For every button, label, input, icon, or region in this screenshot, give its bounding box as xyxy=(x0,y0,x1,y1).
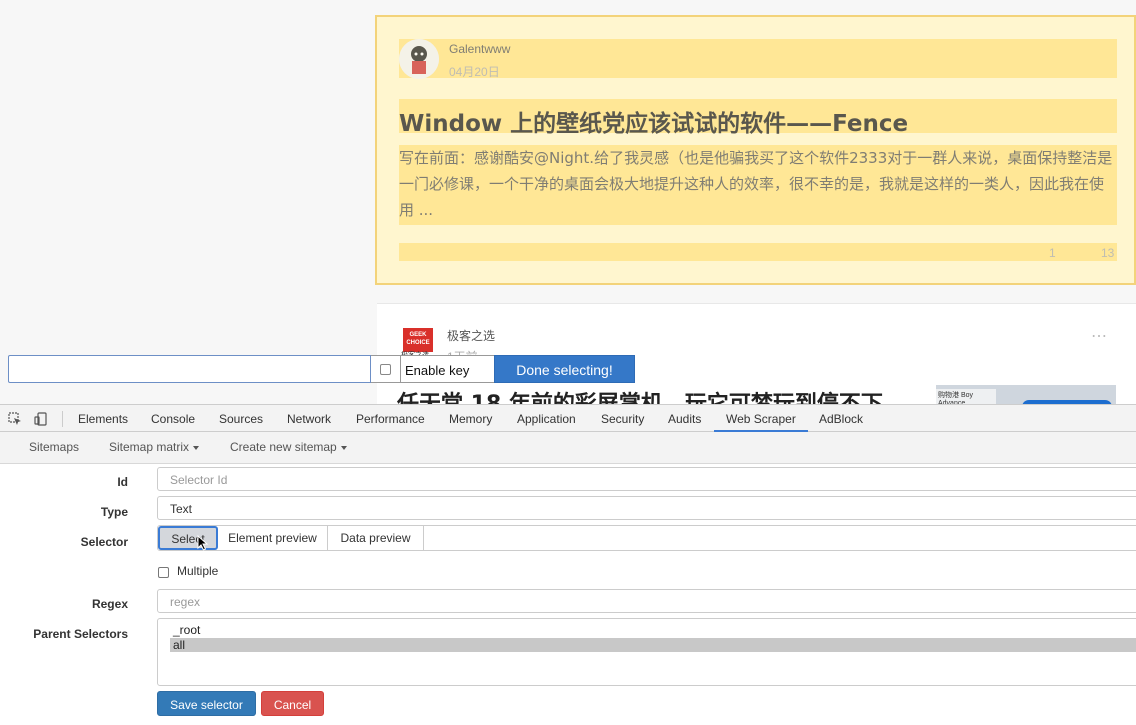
enable-key-label: Enable key xyxy=(401,355,495,383)
parent-option-all[interactable]: all xyxy=(170,638,1136,652)
tab-performance[interactable]: Performance xyxy=(356,412,425,426)
article-title[interactable]: 任天堂 18 年前的彩屏掌机，玩它可梦玩到停不下 xyxy=(397,386,883,404)
article-card[interactable]: GEEK CHOICE 极客之选 极客之选 1天前 ⋯ 任天堂 18 年前的彩屏… xyxy=(377,303,1136,404)
article-thumbnail[interactable]: 购物港 Boy Advance xyxy=(936,385,1116,404)
devtools-tab-bar: Elements Console Sources Network Perform… xyxy=(0,404,1136,432)
article-excerpt: 写在前面：感谢酷安@Night.给了我灵感（也是他骗我买了这个软件2333对于一… xyxy=(399,145,1117,225)
tab-console[interactable]: Console xyxy=(151,412,195,426)
enable-key-checkbox[interactable] xyxy=(380,364,391,375)
parent-selectors-label: Parent Selectors xyxy=(33,627,128,641)
enable-key-checkbox-wrap xyxy=(371,355,401,383)
nav-sitemap-matrix-label: Sitemap matrix xyxy=(109,440,190,454)
type-select[interactable]: Text xyxy=(157,496,1136,520)
like-count[interactable]: 13 xyxy=(1101,246,1114,260)
tab-network[interactable]: Network xyxy=(287,412,331,426)
tab-application[interactable]: Application xyxy=(517,412,576,426)
device-toolbar-icon[interactable] xyxy=(34,412,48,426)
more-options-icon[interactable]: ⋯ xyxy=(1091,326,1108,346)
type-label: Type xyxy=(100,505,128,519)
devtools-panel: Elements Console Sources Network Perform… xyxy=(0,404,1136,725)
regex-label: Regex xyxy=(91,597,128,611)
mouse-cursor-icon xyxy=(197,535,209,551)
web-page: Galentwww 04月20日 Window 上的壁纸党应该试试的软件——Fe… xyxy=(0,0,1136,404)
nav-sitemaps[interactable]: Sitemaps xyxy=(29,440,79,454)
select-button[interactable]: Select xyxy=(158,526,218,550)
thumbnail-caption: 购物港 Boy Advance xyxy=(936,389,996,404)
tab-elements[interactable]: Elements xyxy=(78,412,128,426)
nav-create-new-sitemap-label: Create new sitemap xyxy=(230,440,337,454)
article-card-highlighted[interactable]: Galentwww 04月20日 Window 上的壁纸党应该试试的软件——Fe… xyxy=(375,15,1136,285)
tab-sources[interactable]: Sources xyxy=(219,412,263,426)
nav-sitemap-matrix[interactable]: Sitemap matrix xyxy=(109,440,200,454)
card-footer: 1 13 xyxy=(399,243,1117,261)
selection-toolbar: Enable key Done selecting! xyxy=(8,355,635,383)
tab-audits[interactable]: Audits xyxy=(668,412,701,426)
data-preview-button[interactable]: Data preview xyxy=(328,526,424,550)
tab-adblock[interactable]: AdBlock xyxy=(819,412,863,426)
article-title[interactable]: Window 上的壁纸党应该试试的软件——Fence xyxy=(399,99,1117,137)
comment-count[interactable]: 1 xyxy=(1049,246,1056,260)
chevron-down-icon xyxy=(340,445,347,450)
author-name[interactable]: Galentwww xyxy=(449,42,510,56)
scraper-navbar: Sitemaps Sitemap matrix Create new sitem… xyxy=(0,432,1136,464)
tab-divider xyxy=(62,411,63,427)
avatar-image xyxy=(399,39,439,79)
chevron-down-icon xyxy=(193,445,200,450)
tab-memory[interactable]: Memory xyxy=(449,412,492,426)
avatar[interactable] xyxy=(399,39,439,79)
multiple-checkbox[interactable] xyxy=(158,567,169,578)
cancel-button[interactable]: Cancel xyxy=(261,691,324,716)
tab-security[interactable]: Security xyxy=(601,412,644,426)
regex-input[interactable]: regex xyxy=(157,589,1136,613)
multiple-label: Multiple xyxy=(177,564,219,578)
inspect-element-icon[interactable] xyxy=(8,412,22,426)
done-selecting-button[interactable]: Done selecting! xyxy=(494,355,635,383)
selector-input-group: Select Element preview Data preview xyxy=(157,525,1136,551)
author-logo: GEEK CHOICE xyxy=(403,328,433,352)
selector-input[interactable] xyxy=(424,526,1136,550)
card-header: Galentwww 04月20日 xyxy=(399,39,1117,79)
selector-label: Selector xyxy=(80,535,128,549)
id-label: Id xyxy=(117,475,128,489)
selector-preview-input[interactable] xyxy=(8,355,371,383)
element-preview-button[interactable]: Element preview xyxy=(218,526,328,550)
selector-id-input[interactable]: Selector Id xyxy=(157,467,1136,491)
nav-create-new-sitemap[interactable]: Create new sitemap xyxy=(230,440,347,454)
post-date: 04月20日 xyxy=(449,65,500,79)
parent-option-root[interactable]: _root xyxy=(170,623,1136,637)
parent-selectors-list[interactable]: _root all xyxy=(157,618,1136,686)
author-name[interactable]: 极客之选 xyxy=(447,327,495,344)
screen: Galentwww 04月20日 Window 上的壁纸党应该试试的软件——Fe… xyxy=(0,0,1136,725)
save-selector-button[interactable]: Save selector xyxy=(157,691,256,716)
tab-web-scraper[interactable]: Web Scraper xyxy=(726,412,796,426)
